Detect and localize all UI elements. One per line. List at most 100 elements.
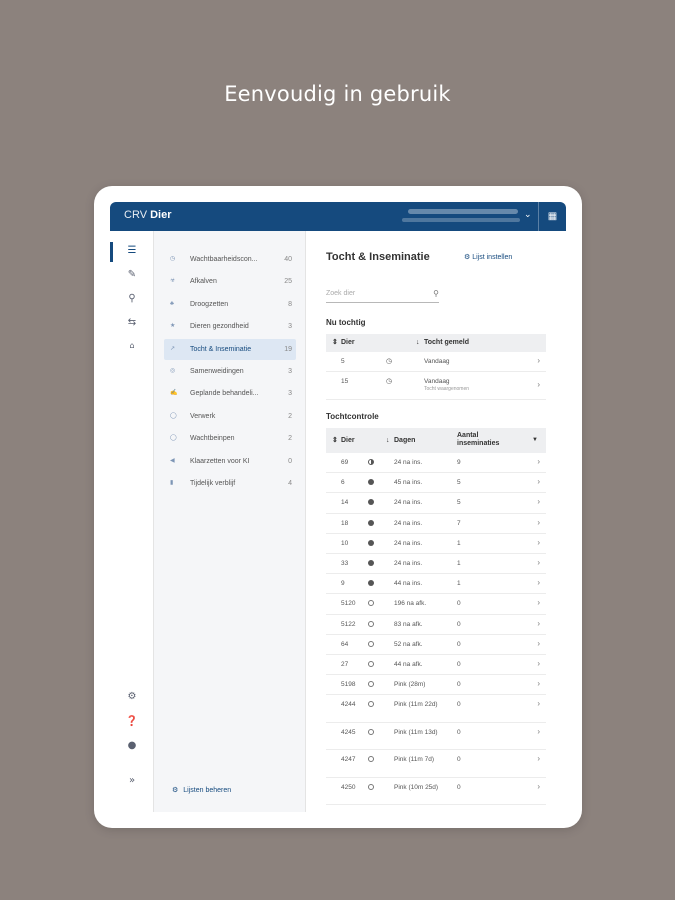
- search-input[interactable]: Zoek dier ⚲: [326, 289, 439, 303]
- menu-item-11[interactable]: ▮ Tijdelijk verblijf 4: [164, 473, 296, 494]
- table-row[interactable]: 4247 Pink (11m 7d) 0 ›: [326, 750, 546, 778]
- sort-down-icon[interactable]: ↓: [416, 334, 420, 352]
- wait-icon: ◯: [170, 435, 177, 442]
- inseminaties-cell: 1: [457, 560, 461, 567]
- menu-item-count: 2: [288, 412, 292, 420]
- transfer-icon[interactable]: ⇆: [110, 317, 154, 328]
- table-row[interactable]: 64 52 na afk. 0 ›: [326, 635, 546, 655]
- table-row[interactable]: 33 24 na ins. 1 ›: [326, 554, 546, 575]
- menu-item-5[interactable]: ↗ Tocht & Inseminatie 19: [164, 338, 296, 360]
- chat-icon[interactable]: ●: [110, 740, 154, 751]
- table-row[interactable]: 5 ◷ Vandaag ›: [326, 352, 546, 372]
- col-dier[interactable]: Dier: [341, 428, 355, 453]
- dier-cell: 5198: [341, 681, 356, 689]
- menu-item-9[interactable]: ◯ Wachtbeinpen 2: [164, 428, 296, 449]
- inseminaties-cell: 0: [457, 681, 461, 689]
- dagen-cell: Pink (11m 13d): [394, 728, 438, 736]
- table-row[interactable]: 6 45 na ins. 5 ›: [326, 473, 546, 494]
- chevron-right-icon[interactable]: ›: [537, 754, 540, 763]
- dier-cell: 4247: [341, 756, 356, 764]
- chevron-right-icon[interactable]: ›: [537, 699, 540, 708]
- menu-item-1[interactable]: ◷ Wachtbaarheidscon... 40: [164, 249, 296, 270]
- menu-item-count: 8: [288, 300, 292, 308]
- search-placeholder: Zoek dier: [326, 290, 356, 297]
- table-row[interactable]: 5120 196 na afk. 0 ›: [326, 594, 546, 615]
- chevron-right-icon[interactable]: ›: [537, 639, 540, 648]
- table-row[interactable]: 9 44 na ins. 1 ›: [326, 574, 546, 595]
- table-row[interactable]: 18 24 na ins. 7 ›: [326, 514, 546, 534]
- menu-item-6[interactable]: ◎ Samenweidingen 3: [164, 361, 296, 382]
- chevron-right-icon[interactable]: ›: [537, 356, 540, 365]
- menu-item-count: 0: [288, 457, 292, 465]
- apps-grid-icon[interactable]: ▦: [538, 202, 566, 231]
- dagen-cell: 45 na ins.: [394, 479, 423, 487]
- chevron-right-icon[interactable]: ›: [537, 679, 540, 688]
- sort-down-icon[interactable]: ↓: [386, 428, 390, 453]
- chevron-right-icon[interactable]: ›: [537, 457, 540, 466]
- chevron-right-icon[interactable]: ›: [537, 619, 540, 628]
- process-icon: ◯: [170, 412, 177, 419]
- chevron-right-icon[interactable]: ›: [537, 558, 540, 567]
- table-row[interactable]: 10 24 na ins. 1 ›: [326, 534, 546, 554]
- table-row[interactable]: 27 44 na afk. 0 ›: [326, 655, 546, 676]
- search-icon[interactable]: ⚲: [110, 293, 154, 304]
- user-name-blurred[interactable]: [408, 209, 518, 214]
- menu-item-8[interactable]: ◯ Verwerk 2: [164, 406, 296, 427]
- chevron-right-icon[interactable]: ›: [537, 578, 540, 587]
- dagen-cell: Pink (10m 25d): [394, 783, 439, 791]
- menu-item-label: Droogzetten: [190, 300, 229, 308]
- sort-icon[interactable]: ⇕: [332, 334, 338, 352]
- chevron-right-icon[interactable]: ›: [537, 477, 540, 486]
- menu-item-4[interactable]: ★ Dieren gezondheid 3: [164, 316, 296, 337]
- gear-icon[interactable]: ⚙: [110, 691, 154, 702]
- table-row[interactable]: 15 ◷ Vandaag Tocht waargenomen ›: [326, 372, 546, 400]
- sort-icon[interactable]: ⇕: [332, 428, 338, 453]
- menu-item-count: 3: [288, 390, 292, 398]
- menu-item-3[interactable]: ♣ Droogzetten 8: [164, 294, 296, 315]
- list-settings-link[interactable]: ⚙ Lijst instellen: [464, 253, 512, 261]
- chevron-right-icon[interactable]: ›: [537, 727, 540, 736]
- dagen-cell: 44 na ins.: [394, 580, 423, 588]
- search-icon[interactable]: ⚲: [433, 289, 439, 298]
- table-row[interactable]: 5122 83 na afk. 0 ›: [326, 615, 546, 635]
- col-dagen[interactable]: Dagen: [394, 428, 415, 453]
- dagen-cell: 24 na ins.: [394, 519, 423, 527]
- chevron-right-icon[interactable]: ›: [537, 782, 540, 791]
- menu-item-7[interactable]: ✍ Geplande behandeli... 3: [164, 383, 296, 404]
- col-dier[interactable]: Dier: [341, 334, 355, 352]
- inseminaties-cell: 0: [457, 728, 461, 736]
- manage-lists-link[interactable]: ⚙ Lijsten beheren: [172, 786, 231, 794]
- table-row[interactable]: 69 24 na ins. 9 ›: [326, 453, 546, 474]
- pencil-icon[interactable]: ✎: [110, 269, 154, 280]
- chevron-right-icon[interactable]: ›: [537, 380, 540, 389]
- help-icon[interactable]: ❓: [110, 716, 154, 727]
- chevron-right-icon[interactable]: ›: [537, 598, 540, 607]
- menu-item-label: Klaarzetten voor KI: [190, 457, 250, 465]
- status-indicator-icon: [368, 783, 374, 790]
- clock-icon: ◷: [386, 378, 393, 385]
- table-row[interactable]: 4250 Pink (10m 25d) 0 ›: [326, 778, 546, 806]
- dier-cell: 4244: [341, 701, 356, 709]
- tocht-cell: Vandaag Tocht waargenomen: [424, 378, 469, 392]
- menu-item-10[interactable]: ◀ Klaarzetten voor KI 0: [164, 451, 296, 472]
- barn-icon[interactable]: ⌂: [110, 341, 154, 350]
- table-row[interactable]: 4244 Pink (11m 22d) 0 ›: [326, 695, 546, 723]
- chevron-right-icon[interactable]: ›: [537, 659, 540, 668]
- caret-down-icon[interactable]: ▼: [532, 428, 538, 453]
- status-indicator-icon: [368, 580, 374, 587]
- table-row[interactable]: 14 24 na ins. 5 ›: [326, 493, 546, 514]
- menu-item-2[interactable]: ☣ Afkalven 25: [164, 271, 296, 292]
- table-row[interactable]: 4245 Pink (11m 13d) 0 ›: [326, 723, 546, 751]
- inseminaties-cell: 0: [457, 701, 461, 709]
- dier-cell: 4250: [341, 783, 356, 791]
- table-row[interactable]: 5198 Pink (28m) 0 ›: [326, 675, 546, 696]
- chevron-right-icon[interactable]: ›: [537, 518, 540, 527]
- chevron-right-icon[interactable]: ›: [537, 538, 540, 547]
- chevron-down-icon[interactable]: ⌄: [524, 210, 532, 220]
- group-icon: ◎: [170, 368, 176, 374]
- chevron-right-icon[interactable]: ›: [537, 497, 540, 506]
- list-icon[interactable]: ☰: [110, 245, 154, 256]
- col-aantal-inseminaties[interactable]: Aantal inseminaties: [457, 432, 517, 448]
- col-tocht-gemeld[interactable]: Tocht gemeld: [424, 334, 469, 352]
- expand-icon[interactable]: »: [110, 775, 154, 786]
